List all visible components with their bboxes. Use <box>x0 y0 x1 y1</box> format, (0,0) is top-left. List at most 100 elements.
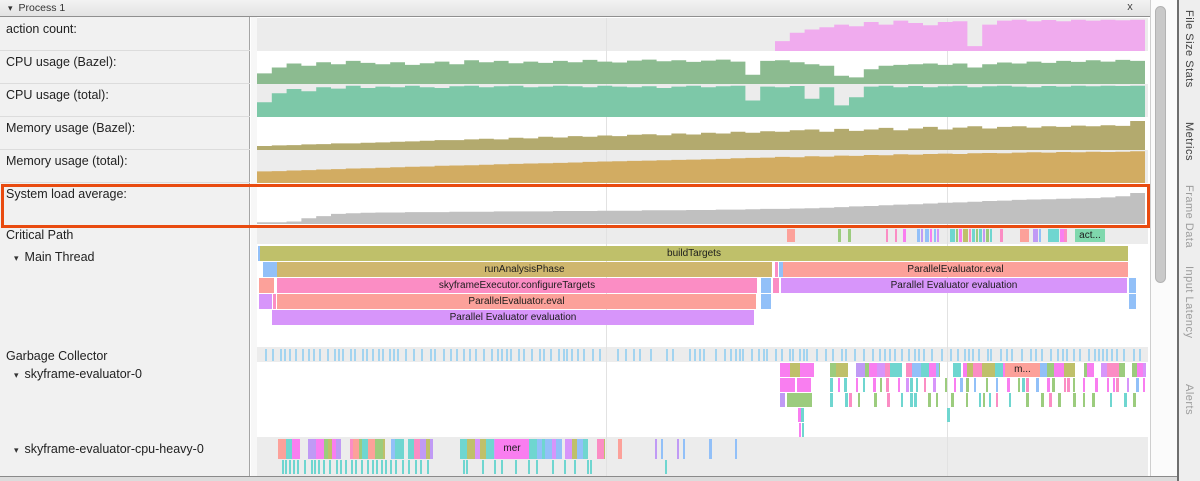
trace-slice[interactable] <box>590 460 592 474</box>
trace-slice[interactable] <box>1064 229 1067 242</box>
trace-slice[interactable] <box>1052 378 1055 392</box>
trace-slice[interactable] <box>780 363 790 377</box>
trace-slice[interactable] <box>617 349 619 361</box>
trace-slice[interactable] <box>959 229 962 242</box>
trace-slice[interactable] <box>916 378 919 392</box>
trace-slice[interactable] <box>917 229 920 242</box>
trace-slice[interactable] <box>366 349 368 361</box>
sidebar-counter-label[interactable]: Memory usage (Bazel): <box>6 121 135 135</box>
trace-slice[interactable] <box>677 439 679 459</box>
trace-slice[interactable] <box>830 393 833 407</box>
trace-slice[interactable] <box>1018 378 1021 392</box>
trace-slice[interactable] <box>430 349 432 361</box>
trace-slice[interactable] <box>986 378 989 392</box>
close-icon[interactable]: x <box>1122 1 1138 16</box>
trace-slice[interactable] <box>761 278 771 293</box>
sidebar-counter-label[interactable]: CPU usage (Bazel): <box>6 55 116 69</box>
trace-slice[interactable] <box>1041 349 1043 361</box>
trace-slice[interactable] <box>372 460 374 474</box>
trace-slice[interactable] <box>1000 229 1003 242</box>
trace-slice[interactable] <box>639 349 641 361</box>
trace-slice[interactable] <box>845 349 847 361</box>
trace-slice[interactable] <box>976 229 978 242</box>
trace-slice[interactable] <box>531 349 533 361</box>
collapse-triangle-icon[interactable]: ▾ <box>8 3 13 13</box>
collapse-triangle-icon[interactable]: ▾ <box>14 445 19 455</box>
trace-slice[interactable] <box>1129 278 1136 293</box>
trace-slice[interactable] <box>1041 393 1044 407</box>
trace-slice[interactable] <box>1143 363 1146 377</box>
counter-chart[interactable] <box>257 150 1145 183</box>
trace-slice[interactable] <box>906 378 909 392</box>
trace-slice[interactable] <box>914 349 916 361</box>
trace-slice[interactable] <box>877 363 885 377</box>
trace-slice[interactable] <box>1107 378 1110 392</box>
trace-slice[interactable] <box>966 393 969 407</box>
trace-slice[interactable] <box>979 393 982 407</box>
trace-slice[interactable] <box>285 460 287 474</box>
trace-slice[interactable] <box>319 349 321 361</box>
trace-slice[interactable] <box>443 349 445 361</box>
trace-slice[interactable] <box>362 349 364 361</box>
trace-slice[interactable] <box>587 460 589 474</box>
trace-slice[interactable] <box>395 460 397 474</box>
trace-slice[interactable] <box>775 349 777 361</box>
counter-chart[interactable] <box>257 51 1145 84</box>
trace-slice[interactable] <box>1094 349 1096 361</box>
trace-slice[interactable] <box>960 378 963 392</box>
counter-chart[interactable] <box>257 84 1145 117</box>
trace-slice[interactable] <box>1064 378 1067 392</box>
trace-slice[interactable] <box>571 349 573 361</box>
trace-slice[interactable] <box>1116 378 1119 392</box>
sidebar-counter-label[interactable]: action count: <box>6 22 77 36</box>
trace-slice[interactable] <box>996 378 999 392</box>
trace-slice[interactable] <box>983 393 986 407</box>
trace-slice[interactable] <box>990 349 992 361</box>
trace-slice[interactable] <box>434 349 436 361</box>
trace-slice[interactable] <box>995 363 1004 377</box>
trace-slice[interactable] <box>699 349 701 361</box>
trace-slice[interactable] <box>583 349 585 361</box>
trace-slice[interactable] <box>945 378 948 392</box>
sidebar-thread-label[interactable]: Garbage Collector <box>6 349 107 363</box>
trace-slice[interactable] <box>735 349 737 361</box>
trace-slice[interactable] <box>1047 378 1050 392</box>
trace-slice[interactable] <box>574 460 576 474</box>
trace-slice[interactable] <box>263 262 277 277</box>
trace-slice[interactable] <box>838 229 841 242</box>
trace-slice[interactable] <box>830 378 833 392</box>
trace-slice[interactable] <box>957 349 959 361</box>
trace-slice[interactable] <box>1073 393 1076 407</box>
trace-slice[interactable] <box>1133 393 1136 407</box>
trace-slice[interactable] <box>558 349 560 361</box>
trace-slice[interactable] <box>368 439 375 459</box>
trace-slice[interactable] <box>506 349 508 361</box>
side-tab-alerts[interactable]: Alerts <box>1183 384 1195 415</box>
trace-slice[interactable] <box>599 349 601 361</box>
trace-slice[interactable] <box>751 349 753 361</box>
trace-slice[interactable] <box>968 349 970 361</box>
sidebar-thread-label[interactable]: ▾skyframe-evaluator-0 <box>14 367 142 381</box>
trace-slice[interactable] <box>413 349 415 361</box>
trace-slice[interactable] <box>402 460 404 474</box>
trace-slice[interactable] <box>523 349 525 361</box>
trace-slice[interactable] <box>928 393 931 407</box>
trace-slice[interactable] <box>895 229 897 242</box>
trace-slice[interactable] <box>308 349 310 361</box>
trace-slice[interactable] <box>1087 363 1094 377</box>
trace-slice[interactable] <box>350 349 352 361</box>
trace-slice[interactable] <box>787 393 812 407</box>
trace-slice[interactable]: ParallelEvaluator.eval <box>277 294 756 309</box>
trace-slice[interactable] <box>963 229 968 242</box>
trace-slice[interactable] <box>327 349 329 361</box>
sidebar-counter-label[interactable]: Memory usage (total): <box>6 154 128 168</box>
trace-slice[interactable] <box>311 460 313 474</box>
horizontal-scrollbar[interactable] <box>0 476 1177 481</box>
trace-slice[interactable] <box>845 393 848 407</box>
trace-slice[interactable] <box>1139 349 1141 361</box>
trace-slice[interactable] <box>329 460 331 474</box>
trace-slice[interactable] <box>497 349 499 361</box>
trace-slice[interactable] <box>372 349 374 361</box>
trace-slice[interactable]: m... <box>1005 363 1040 377</box>
trace-slice[interactable] <box>389 349 391 361</box>
